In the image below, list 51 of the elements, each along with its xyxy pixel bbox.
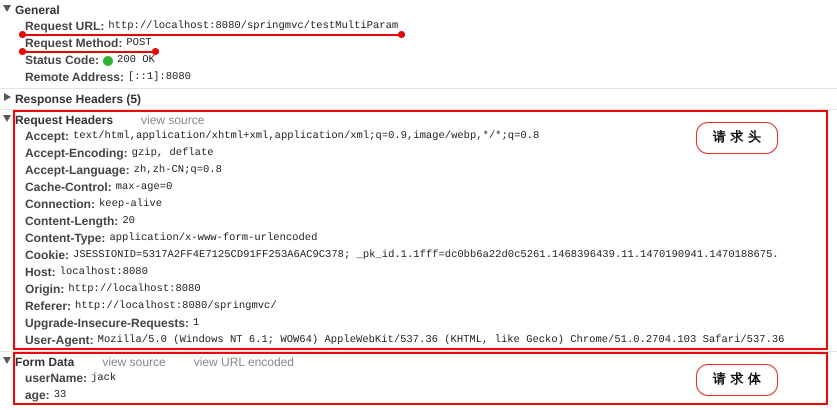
callout-label: 请 求 头 [696,122,778,154]
header-name: Status Code: [25,52,100,69]
header-name: age: [25,387,50,404]
header-value: http://localhost:8080/springmvc/ [75,299,277,314]
header-value: application/x-www-form-urlencoded [109,231,318,246]
header-value: gzip, deflate [132,146,214,161]
header-name: User-Agent: [25,332,94,349]
header-name: Content-Length: [25,213,118,230]
header-name: Request URL: [25,18,104,35]
header-value: keep-alive [99,197,162,212]
header-name: Accept-Language: [25,162,130,179]
expanded-triangle-icon[interactable] [3,4,11,12]
section-title[interactable]: Response Headers (5) [15,90,142,108]
section-title[interactable]: Form Data [15,352,74,370]
callout-label: 请 求 体 [696,364,778,396]
header-value: zh,zh-CN;q=0.8 [134,163,222,178]
collapsed-triangle-icon[interactable] [3,93,11,101]
header-value: jack [91,371,116,386]
header-value: [::1]:8080 [128,70,191,85]
header-value: 200 OK [117,53,155,68]
header-value: http://localhost:8080 [68,282,201,297]
header-value: JSESSIONID=5317A2FF4E7125CD91FF253A6AC9C378; _pk_id.1.1fff=dc0bb6a22d0c5261.1468396439.11.1470190941.1470188675. [73,248,779,263]
header-value: 1 [193,316,200,331]
header-name: Accept-Encoding: [25,145,128,162]
expanded-triangle-icon[interactable] [3,356,11,364]
header-name: Remote Address: [25,69,124,86]
header-name: Cache-Control: [25,179,112,196]
header-name: Request Method: [25,35,122,52]
header-value: Mozilla/5.0 (Windows NT 6.1; WOW64) AppleWebKit/537.36 (KHTML, like Gecko) Chrome/51.0.2704.103 Safari/537.36 [98,333,784,348]
header-value: max-age=0 [116,180,172,195]
header-name: Accept: [25,128,70,145]
header-name: Cookie: [25,247,70,264]
header-name: Origin: [25,281,64,298]
header-name: Referer: [25,298,72,315]
header-value: localhost:8080 [60,265,148,280]
view-link[interactable]: view source [102,352,166,370]
header-name: Content-Type: [25,230,106,247]
header-value: POST [126,36,152,51]
view-link[interactable]: view URL encoded [194,352,294,370]
view-link[interactable]: view source [141,110,204,128]
header-name: Upgrade-Insecure-Requests: [25,315,190,332]
header-value: 20 [122,214,135,229]
section-title[interactable]: Request Headers [15,110,114,128]
header-value: 33 [54,388,66,403]
expanded-triangle-icon[interactable] [3,114,11,122]
section-title[interactable]: General [15,0,60,18]
header-name: Host: [25,264,56,281]
header-value: text/html,application/xhtml+xml,application/xml;q=0.9,image/webp,*/*;q=0.8 [73,129,540,144]
header-name: Connection: [25,196,95,213]
header-value: http://localhost:8080/springmvc/testMultiParam [108,19,398,34]
header-name: userName: [25,370,88,387]
